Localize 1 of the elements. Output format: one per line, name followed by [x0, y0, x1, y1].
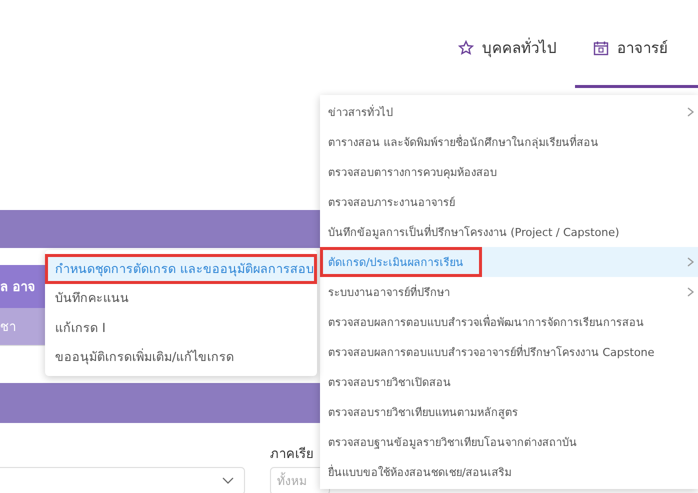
- field-label: ภาคเรีย: [270, 446, 315, 464]
